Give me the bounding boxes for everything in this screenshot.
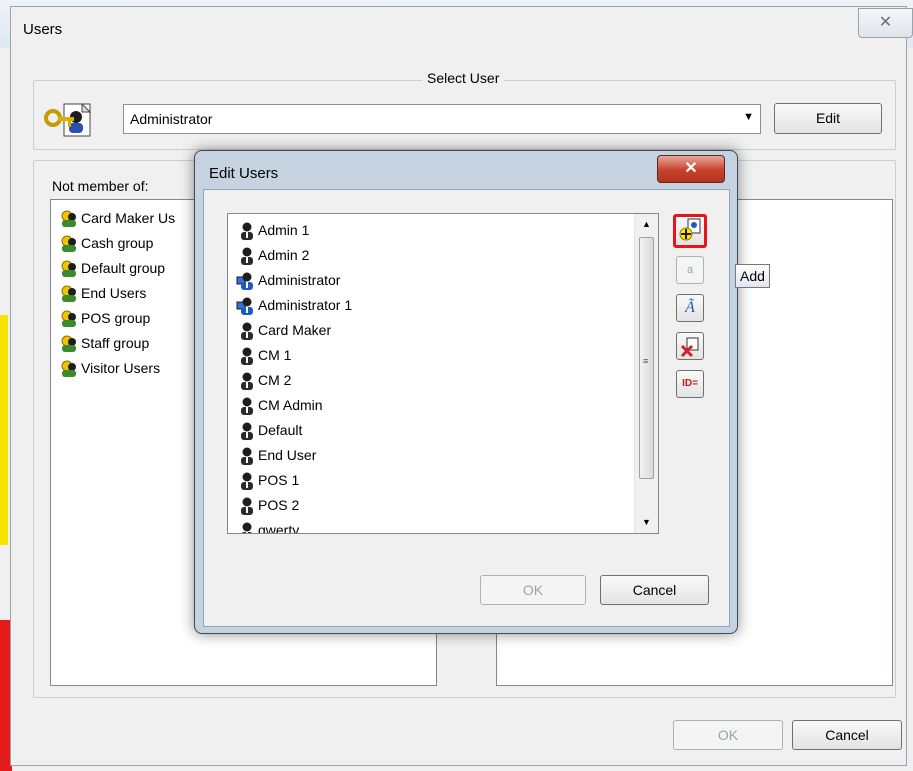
user-name: qwerty [258, 522, 300, 534]
user-list-item[interactable]: Card Maker [236, 318, 658, 343]
user-name: POS 2 [258, 497, 300, 513]
group-icon [61, 260, 76, 277]
group-name: End Users [81, 285, 147, 301]
id-button[interactable]: ID= [676, 370, 704, 398]
admin-user-icon [236, 297, 253, 315]
user-name: Administrator [258, 272, 341, 288]
add-tooltip: Add [735, 264, 770, 288]
user-list-item[interactable]: Administrator [236, 268, 658, 293]
delete-user-icon [680, 337, 699, 358]
scroll-grip-icon: ≡ [643, 356, 649, 366]
not-member-label: Not member of: [52, 178, 149, 194]
group-name: Card Maker Us [81, 210, 176, 226]
users-list[interactable]: Admin 1 Admin 2 Administrator Administrator… [227, 213, 659, 534]
edit-users-dialog: Edit Users ✕ Admin 1 Admin 2 Administrator… [194, 150, 770, 634]
dialog-title: Edit Users [209, 165, 279, 182]
user-icon [241, 222, 253, 240]
group-icon [61, 360, 76, 377]
select-user-combo[interactable]: Administrator ▼ [123, 104, 761, 134]
group-name: Default group [81, 260, 166, 276]
group-icon [61, 210, 76, 227]
user-list-item[interactable]: Default [236, 418, 658, 443]
user-list-item[interactable]: POS 2 [236, 493, 658, 518]
user-name: POS 1 [258, 472, 300, 488]
user-list-item[interactable]: qwerty [236, 518, 658, 534]
user-list-item[interactable]: End User [236, 443, 658, 468]
user-name: End User [258, 447, 317, 463]
user-icon [241, 497, 253, 515]
dialog-client-area: Admin 1 Admin 2 Administrator Administrator… [203, 189, 770, 627]
group-name: Staff group [81, 335, 150, 351]
admin-user-icon [236, 272, 253, 290]
user-icon [241, 322, 253, 340]
ok-button[interactable]: OK [673, 720, 783, 750]
user-name: Default [258, 422, 303, 438]
user-icon [241, 397, 253, 415]
users-key-icon [40, 100, 100, 140]
user-list-item[interactable]: CM 1 [236, 343, 658, 368]
user-icon [241, 447, 253, 465]
group-icon [61, 285, 76, 302]
select-user-combo-value: Administrator [130, 111, 213, 127]
background-edge-yellow [0, 315, 8, 545]
user-list-item[interactable]: Administrator 1 [236, 293, 658, 318]
window-title: Users [23, 21, 63, 38]
user-name: Admin 2 [258, 247, 310, 263]
edit-button[interactable]: Edit [774, 103, 882, 134]
user-list-item[interactable]: POS 1 [236, 468, 658, 493]
user-icon [241, 372, 253, 390]
users-list-items: Admin 1 Admin 2 Administrator Administrator… [228, 214, 658, 534]
user-name: CM Admin [258, 397, 323, 413]
user-name: Card Maker [258, 322, 332, 338]
group-icon [61, 235, 76, 252]
scroll-down-arrow-icon[interactable]: ▼ [642, 517, 651, 527]
group-name: Cash group [81, 235, 154, 251]
user-icon [241, 422, 253, 440]
rename-user-button[interactable]: a [676, 256, 704, 284]
user-icon [241, 347, 253, 365]
delete-user-button[interactable] [676, 332, 704, 360]
user-list-item[interactable]: Admin 1 [236, 218, 658, 243]
user-icon [241, 522, 253, 533]
user-list-item[interactable]: CM Admin [236, 393, 658, 418]
rename-icon[interactable]: Ã [676, 294, 704, 322]
users-list-scrollbar[interactable]: ▲ ≡ ▼ [634, 214, 658, 533]
user-icon [241, 247, 253, 265]
dialog-close-button[interactable]: ✕ [657, 155, 725, 183]
add-user-icon [679, 218, 701, 241]
scroll-up-arrow-icon[interactable]: ▲ [642, 219, 651, 229]
select-user-legend: Select User [422, 70, 505, 86]
group-name: Visitor Users [81, 360, 161, 376]
dialog-cancel-button[interactable]: Cancel [600, 575, 709, 605]
dialog-ok-button[interactable]: OK [480, 575, 586, 605]
add-user-button[interactable] [673, 214, 707, 248]
user-list-item[interactable]: Admin 2 [236, 243, 658, 268]
user-icon [241, 472, 253, 490]
window-close-button[interactable]: ✕ [858, 8, 913, 38]
user-name: Admin 1 [258, 222, 310, 238]
user-name: Administrator 1 [258, 297, 353, 313]
user-list-item[interactable]: CM 2 [236, 368, 658, 393]
group-icon [61, 310, 76, 327]
group-name: POS group [81, 310, 151, 326]
user-name: CM 2 [258, 372, 292, 388]
cancel-button[interactable]: Cancel [792, 720, 902, 750]
user-name: CM 1 [258, 347, 292, 363]
group-icon [61, 335, 76, 352]
chevron-down-icon[interactable]: ▼ [743, 111, 754, 123]
